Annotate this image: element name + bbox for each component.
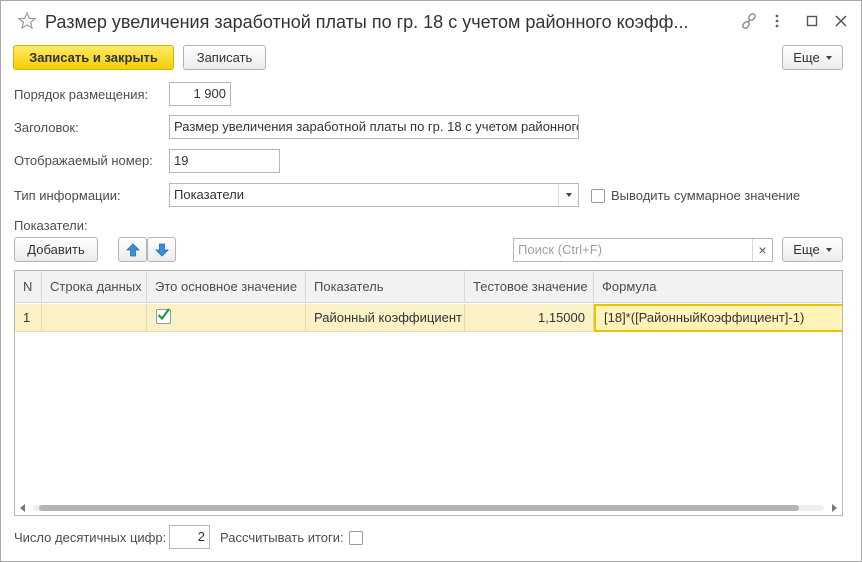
calc-totals-checkbox[interactable] — [349, 531, 363, 545]
column-header-n[interactable]: N — [15, 271, 42, 303]
info-type-label: Тип информации: — [14, 188, 121, 203]
order-field[interactable]: 1 900 — [169, 82, 231, 106]
table-more-button[interactable]: Еще — [782, 237, 843, 262]
checkmark-icon — [157, 308, 170, 321]
decimals-label: Число десятичных цифр: — [14, 530, 167, 545]
indicators-label: Показатели: — [14, 218, 88, 233]
calc-totals-label: Рассчитывать итоги: — [220, 530, 344, 545]
cell-is-main[interactable] — [147, 304, 306, 332]
table-header: N Строка данных Это основное значение По… — [15, 271, 842, 303]
dropdown-button[interactable] — [558, 184, 578, 206]
arrow-up-icon — [125, 242, 140, 256]
scroll-left-icon[interactable] — [20, 504, 25, 512]
chevron-down-icon — [825, 55, 832, 60]
chevron-down-icon — [565, 193, 572, 197]
more-button-label: Еще — [793, 50, 820, 65]
close-icon[interactable] — [831, 11, 851, 31]
cell-formula[interactable]: [18]*([РайонныйКоэффициент]-1) — [594, 304, 842, 332]
is-main-checkbox[interactable] — [156, 308, 171, 324]
column-header-formula[interactable]: Формула — [594, 271, 842, 303]
display-number-field[interactable]: 19 — [169, 149, 280, 173]
decimals-field[interactable]: 2 — [169, 525, 210, 549]
indicators-table[interactable]: N Строка данных Это основное значение По… — [14, 270, 843, 516]
search-placeholder: Поиск (Ctrl+F) — [518, 242, 603, 257]
search-input[interactable]: Поиск (Ctrl+F) × — [513, 238, 773, 262]
link-icon[interactable] — [739, 11, 759, 31]
arrow-down-icon — [154, 243, 169, 257]
display-number-label: Отображаемый номер: — [14, 153, 153, 168]
scroll-thumb[interactable] — [39, 505, 799, 511]
add-button[interactable]: Добавить — [14, 237, 98, 262]
window-title: Размер увеличения заработной платы по гр… — [45, 12, 689, 32]
favorite-star-icon[interactable] — [17, 11, 37, 31]
show-total-checkbox[interactable] — [591, 189, 605, 203]
save-button[interactable]: Записать — [183, 45, 266, 70]
maximize-icon[interactable] — [802, 11, 822, 31]
chevron-down-icon — [825, 247, 832, 252]
clear-search-icon[interactable]: × — [752, 239, 772, 261]
order-label: Порядок размещения: — [14, 87, 149, 102]
column-header-test-value[interactable]: Тестовое значение — [465, 271, 594, 303]
heading-field[interactable]: Размер увеличения заработной платы по гр… — [169, 115, 579, 139]
cell-test-value[interactable]: 1,15000 — [465, 304, 594, 332]
scroll-right-icon[interactable] — [832, 504, 837, 512]
table-more-label: Еще — [793, 242, 820, 257]
column-header-is-main[interactable]: Это основное значение — [147, 271, 306, 303]
form-window: Размер увеличения заработной платы по гр… — [0, 0, 862, 562]
info-type-value: Показатели — [174, 187, 244, 202]
horizontal-scrollbar[interactable] — [15, 501, 842, 515]
table-row[interactable]: 1 Районный коэффициент 1,15000 [18]*([Ра… — [15, 304, 842, 332]
column-header-indicator[interactable]: Показатель — [306, 271, 465, 303]
cell-data-row[interactable] — [42, 304, 147, 332]
save-and-close-button[interactable]: Записать и закрыть — [13, 45, 174, 70]
cell-n: 1 — [15, 304, 42, 332]
more-button[interactable]: Еще — [782, 45, 843, 70]
column-header-data-row[interactable]: Строка данных — [42, 271, 147, 303]
move-down-button[interactable] — [147, 237, 176, 262]
menu-dots-icon[interactable] — [767, 11, 787, 31]
cell-indicator[interactable]: Районный коэффициент — [306, 304, 465, 332]
show-total-label: Выводить суммарное значение — [611, 188, 801, 203]
heading-label: Заголовок: — [14, 120, 79, 135]
info-type-select[interactable]: Показатели — [169, 183, 579, 207]
move-up-button[interactable] — [118, 237, 147, 262]
